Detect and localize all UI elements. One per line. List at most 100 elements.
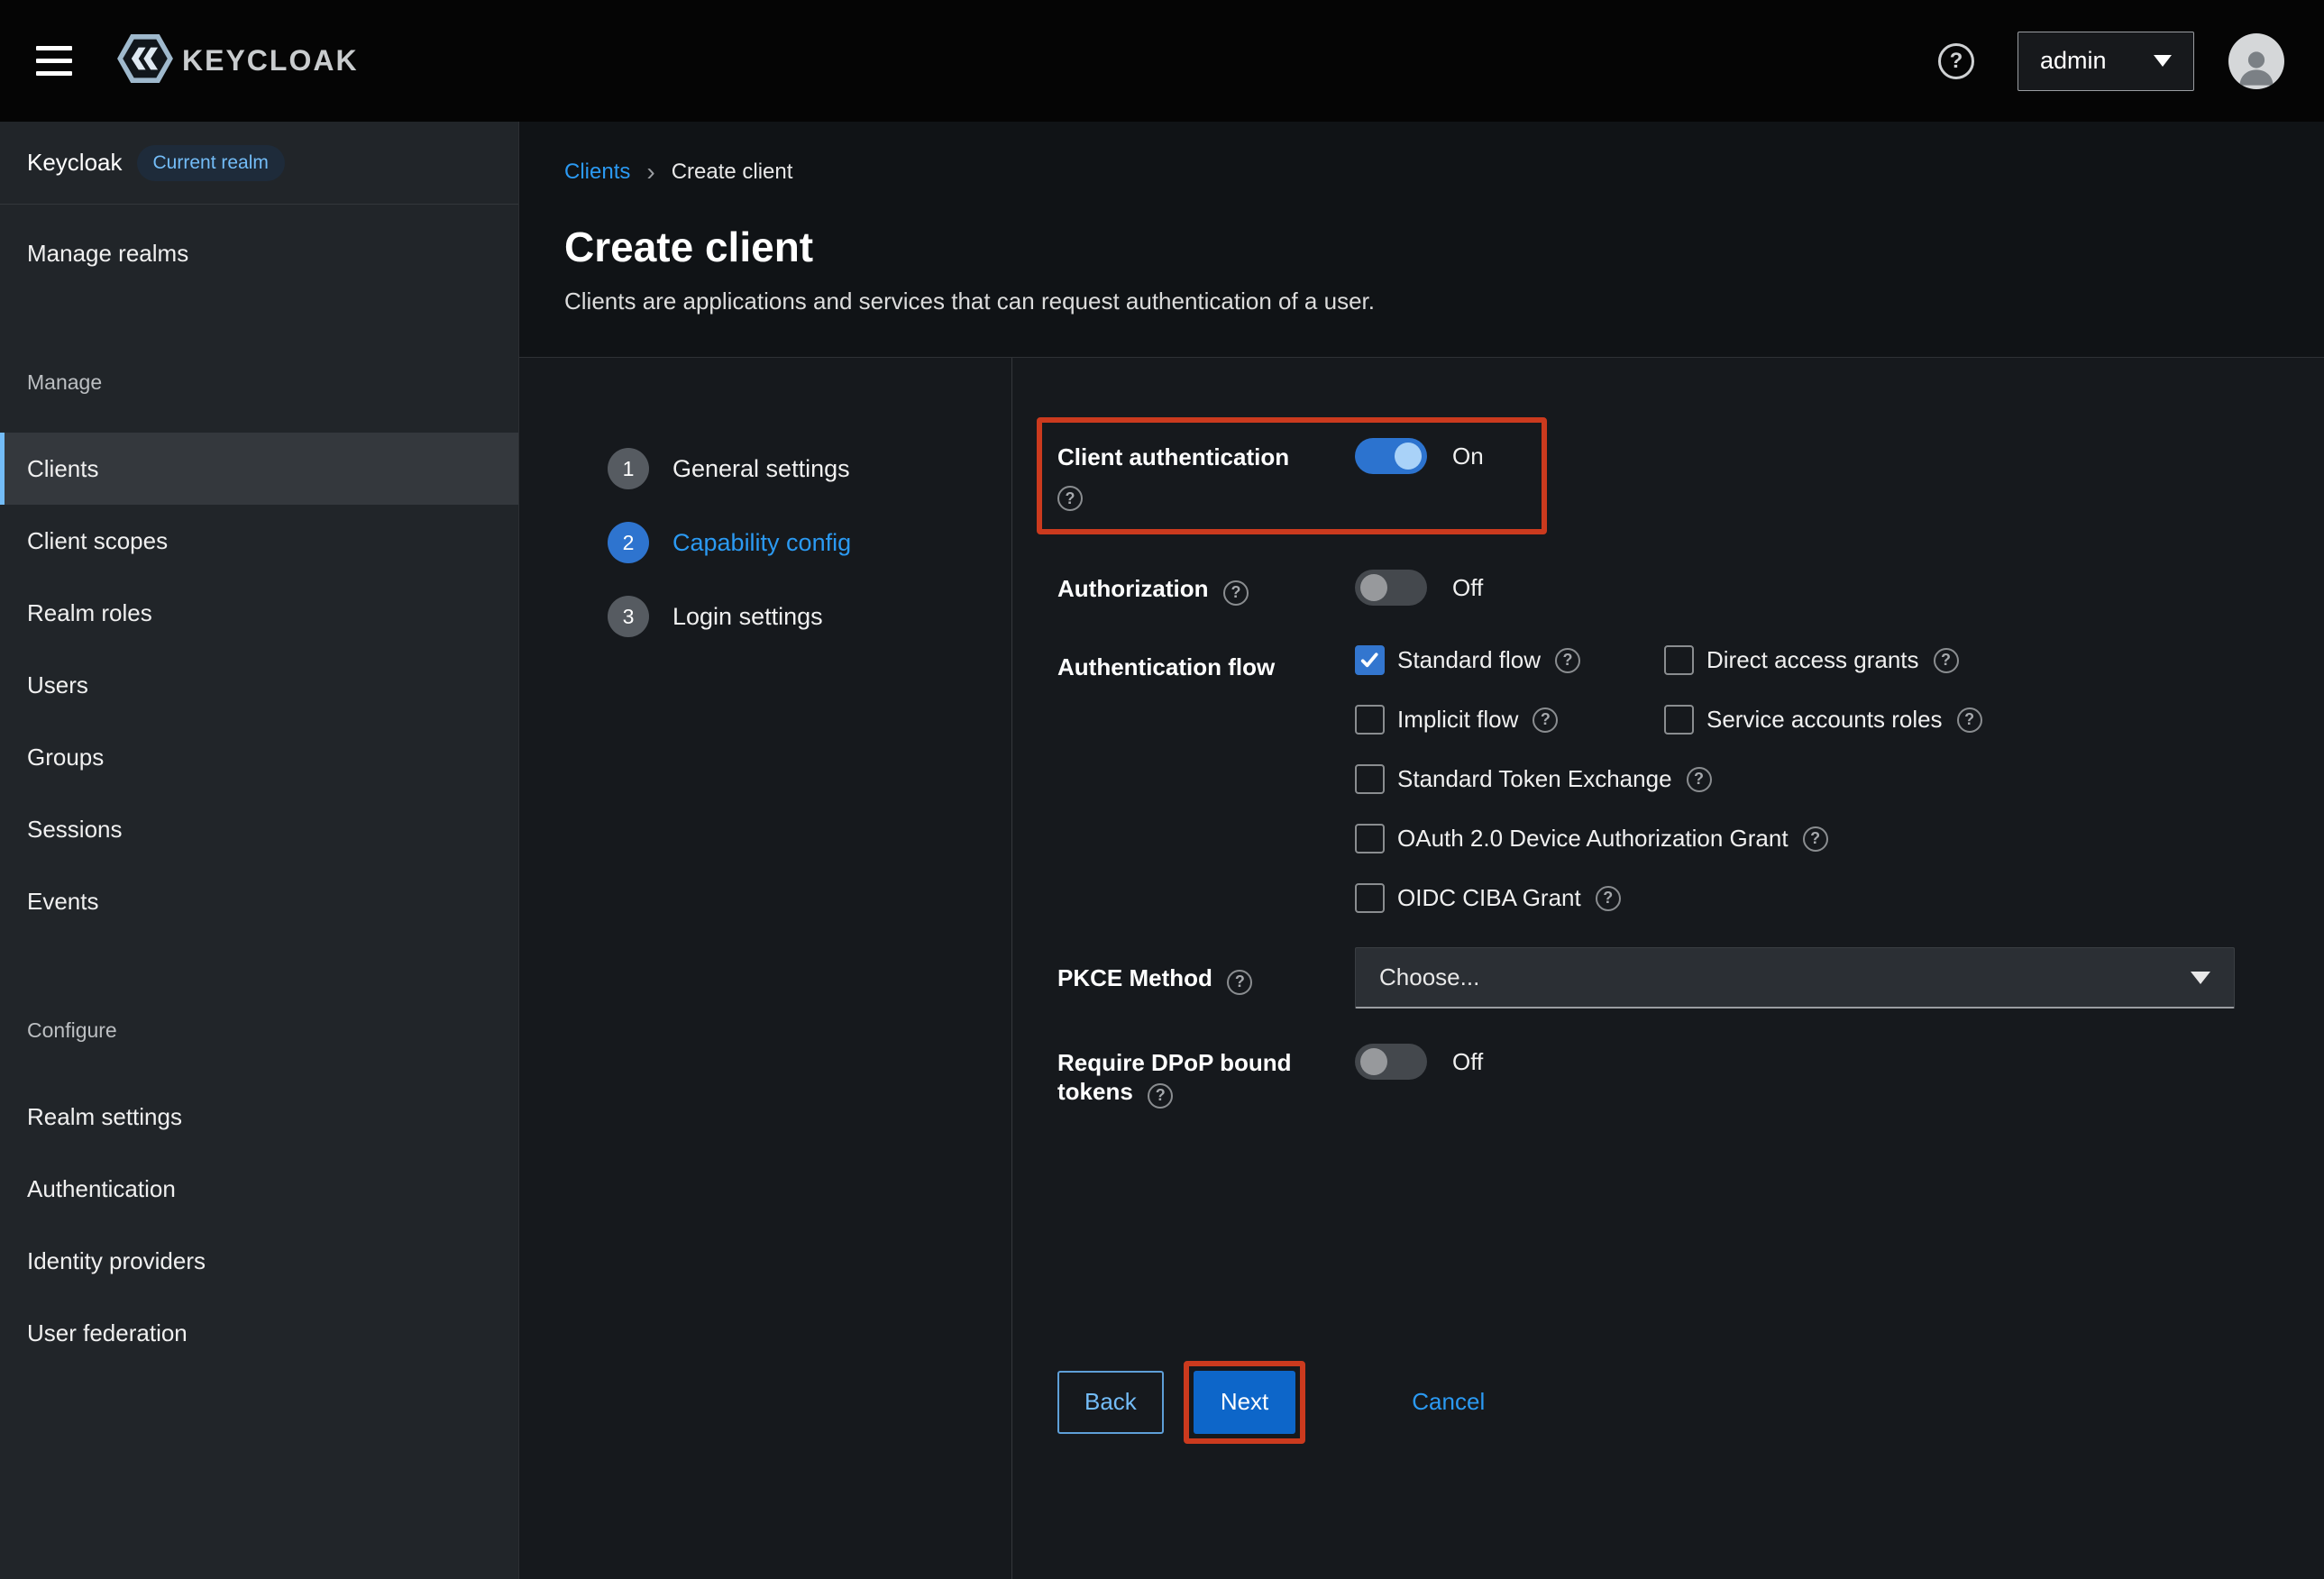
step-label: Login settings bbox=[672, 603, 823, 631]
nav-toggle-button[interactable] bbox=[36, 46, 78, 76]
checkbox-box[interactable] bbox=[1664, 705, 1694, 735]
chevron-down-icon bbox=[2191, 972, 2210, 984]
sidebar-item-client-scopes[interactable]: Client scopes bbox=[0, 505, 518, 577]
checkbox-box[interactable] bbox=[1664, 645, 1694, 675]
authentication-flow-label: Authentication flow bbox=[1057, 653, 1275, 680]
toggle-knob bbox=[1360, 1048, 1387, 1075]
help-icon[interactable]: ? bbox=[1934, 648, 1959, 673]
wizard-actions: Back Next Cancel bbox=[1057, 1361, 2324, 1444]
sidebar-item-sessions[interactable]: Sessions bbox=[0, 793, 518, 865]
step-label: General settings bbox=[672, 455, 850, 483]
sidebar-item-realm-roles[interactable]: Realm roles bbox=[0, 577, 518, 649]
avatar[interactable] bbox=[2228, 33, 2284, 89]
breadcrumb-clients-link[interactable]: Clients bbox=[564, 160, 630, 185]
sidebar-item-realm-settings[interactable]: Realm settings bbox=[0, 1081, 518, 1153]
hamburger-icon bbox=[36, 46, 72, 50]
sidebar-item-manage-realms[interactable]: Manage realms bbox=[0, 217, 518, 289]
help-icon[interactable]: ? bbox=[1148, 1083, 1173, 1109]
checkbox-box[interactable] bbox=[1355, 883, 1385, 913]
checkbox-label: Standard flow bbox=[1397, 646, 1541, 674]
sidebar-item-users[interactable]: Users bbox=[0, 649, 518, 721]
checkbox-label: Service accounts roles bbox=[1706, 706, 1943, 734]
checkbox-label: OIDC CIBA Grant bbox=[1397, 884, 1581, 912]
authorization-toggle[interactable] bbox=[1355, 570, 1427, 606]
pkce-method-label: PKCE Method bbox=[1057, 964, 1212, 991]
sidebar-item-user-federation[interactable]: User federation bbox=[0, 1297, 518, 1369]
checkbox-box[interactable] bbox=[1355, 705, 1385, 735]
realm-switcher: Keycloak Current realm bbox=[0, 122, 518, 205]
user-menu-dropdown[interactable]: admin bbox=[2017, 32, 2194, 91]
current-realm-badge[interactable]: Current realm bbox=[137, 145, 285, 181]
page-header: Clients › Create client Create client Cl… bbox=[519, 122, 2324, 358]
chevron-down-icon bbox=[2154, 55, 2172, 67]
help-icon[interactable]: ? bbox=[1938, 43, 1974, 79]
checkbox-direct-access-grants[interactable]: Direct access grants? bbox=[1664, 645, 1959, 675]
brand-text: KEYCLOAK bbox=[182, 44, 359, 78]
chevron-right-icon: › bbox=[646, 160, 654, 185]
page-subtitle: Clients are applications and services th… bbox=[564, 288, 2270, 315]
pkce-method-select[interactable]: Choose... bbox=[1355, 947, 2235, 1009]
sidebar-item-identity-providers[interactable]: Identity providers bbox=[0, 1225, 518, 1297]
help-icon[interactable]: ? bbox=[1803, 826, 1828, 852]
authentication-flow-row: Authentication flow Standard flow?Direct… bbox=[1057, 653, 2324, 913]
keycloak-logo-icon bbox=[117, 34, 173, 87]
checkbox-label: Direct access grants bbox=[1706, 646, 1919, 674]
sidebar-item-authentication[interactable]: Authentication bbox=[0, 1153, 518, 1225]
checkbox-standard-token-exchange[interactable]: Standard Token Exchange? bbox=[1355, 764, 1712, 794]
annotation-client-authentication: Client authentication ? On bbox=[1037, 417, 1547, 534]
step-number: 1 bbox=[608, 448, 649, 489]
wizard-step-general-settings[interactable]: 1 General settings bbox=[519, 448, 1011, 489]
checkbox-checked-icon[interactable] bbox=[1355, 645, 1385, 675]
checkbox-oauth-2-0-device-authorization-grant[interactable]: OAuth 2.0 Device Authorization Grant? bbox=[1355, 824, 1828, 853]
pkce-method-row: PKCE Method ? Choose... bbox=[1057, 963, 2324, 1009]
dpop-row: Require DPoP bound tokens ? Off bbox=[1057, 1048, 2324, 1109]
wizard-steps: 1 General settings 2Capability config 3Logi… bbox=[519, 358, 1012, 1579]
realm-name: Keycloak bbox=[27, 149, 123, 177]
sidebar-item-events[interactable]: Events bbox=[0, 865, 518, 937]
help-icon[interactable]: ? bbox=[1687, 767, 1712, 792]
checkbox-service-accounts-roles[interactable]: Service accounts roles? bbox=[1664, 705, 1982, 735]
breadcrumb-current: Create client bbox=[672, 160, 793, 185]
checkbox-box[interactable] bbox=[1355, 764, 1385, 794]
checkbox-implicit-flow[interactable]: Implicit flow? bbox=[1355, 705, 1664, 735]
help-icon[interactable]: ? bbox=[1057, 486, 1083, 511]
top-bar: KEYCLOAK ? admin bbox=[0, 0, 2324, 122]
toggle-knob bbox=[1360, 574, 1387, 601]
checkbox-box[interactable] bbox=[1355, 824, 1385, 853]
help-icon[interactable]: ? bbox=[1533, 707, 1558, 733]
client-authentication-label: Client authentication bbox=[1057, 443, 1355, 471]
cancel-button[interactable]: Cancel bbox=[1412, 1388, 1485, 1416]
toggle-knob bbox=[1395, 443, 1422, 470]
help-icon[interactable]: ? bbox=[1596, 886, 1621, 911]
authorization-row: Authorization ? Off bbox=[1057, 574, 2324, 606]
step-number: 2 bbox=[608, 522, 649, 563]
pkce-method-value: Choose... bbox=[1379, 963, 1479, 991]
create-client-wizard: 1 General settings 2Capability config 3Logi… bbox=[519, 358, 2324, 1579]
back-button[interactable]: Back bbox=[1057, 1371, 1164, 1434]
help-icon[interactable]: ? bbox=[1957, 707, 1982, 733]
help-icon[interactable]: ? bbox=[1555, 648, 1580, 673]
keycloak-logo: KEYCLOAK bbox=[117, 34, 359, 87]
checkbox-label: OAuth 2.0 Device Authorization Grant bbox=[1397, 825, 1789, 853]
sidebar-section-label-manage: Manage bbox=[0, 370, 518, 395]
sidebar-section-label-configure: Configure bbox=[0, 1018, 518, 1043]
annotation-next-button: Next bbox=[1184, 1361, 1305, 1444]
checkbox-standard-flow[interactable]: Standard flow? bbox=[1355, 645, 1664, 675]
person-icon bbox=[2233, 42, 2280, 89]
checkbox-oidc-ciba-grant[interactable]: OIDC CIBA Grant? bbox=[1355, 883, 1621, 913]
sidebar-item-clients[interactable]: Clients bbox=[0, 433, 518, 505]
dpop-toggle[interactable] bbox=[1355, 1044, 1427, 1080]
checkbox-label: Implicit flow bbox=[1397, 706, 1518, 734]
help-icon[interactable]: ? bbox=[1227, 970, 1252, 995]
next-button[interactable]: Next bbox=[1194, 1371, 1295, 1434]
keycloak-admin-console: KEYCLOAK ? admin Keycloak Current realm … bbox=[0, 0, 2324, 1579]
sidebar-item-groups[interactable]: Groups bbox=[0, 721, 518, 793]
checkbox-label: Standard Token Exchange bbox=[1397, 765, 1672, 793]
wizard-step-capability-config[interactable]: 2Capability config bbox=[519, 522, 1011, 563]
wizard-step-login-settings[interactable]: 3Login settings bbox=[519, 596, 1011, 637]
client-authentication-toggle[interactable] bbox=[1355, 438, 1427, 474]
client-authentication-state: On bbox=[1452, 443, 1484, 470]
help-icon[interactable]: ? bbox=[1223, 580, 1249, 606]
main-content: Clients › Create client Create client Cl… bbox=[519, 122, 2324, 1579]
capability-config-form: Client authentication ? On bbox=[1012, 358, 2324, 1579]
